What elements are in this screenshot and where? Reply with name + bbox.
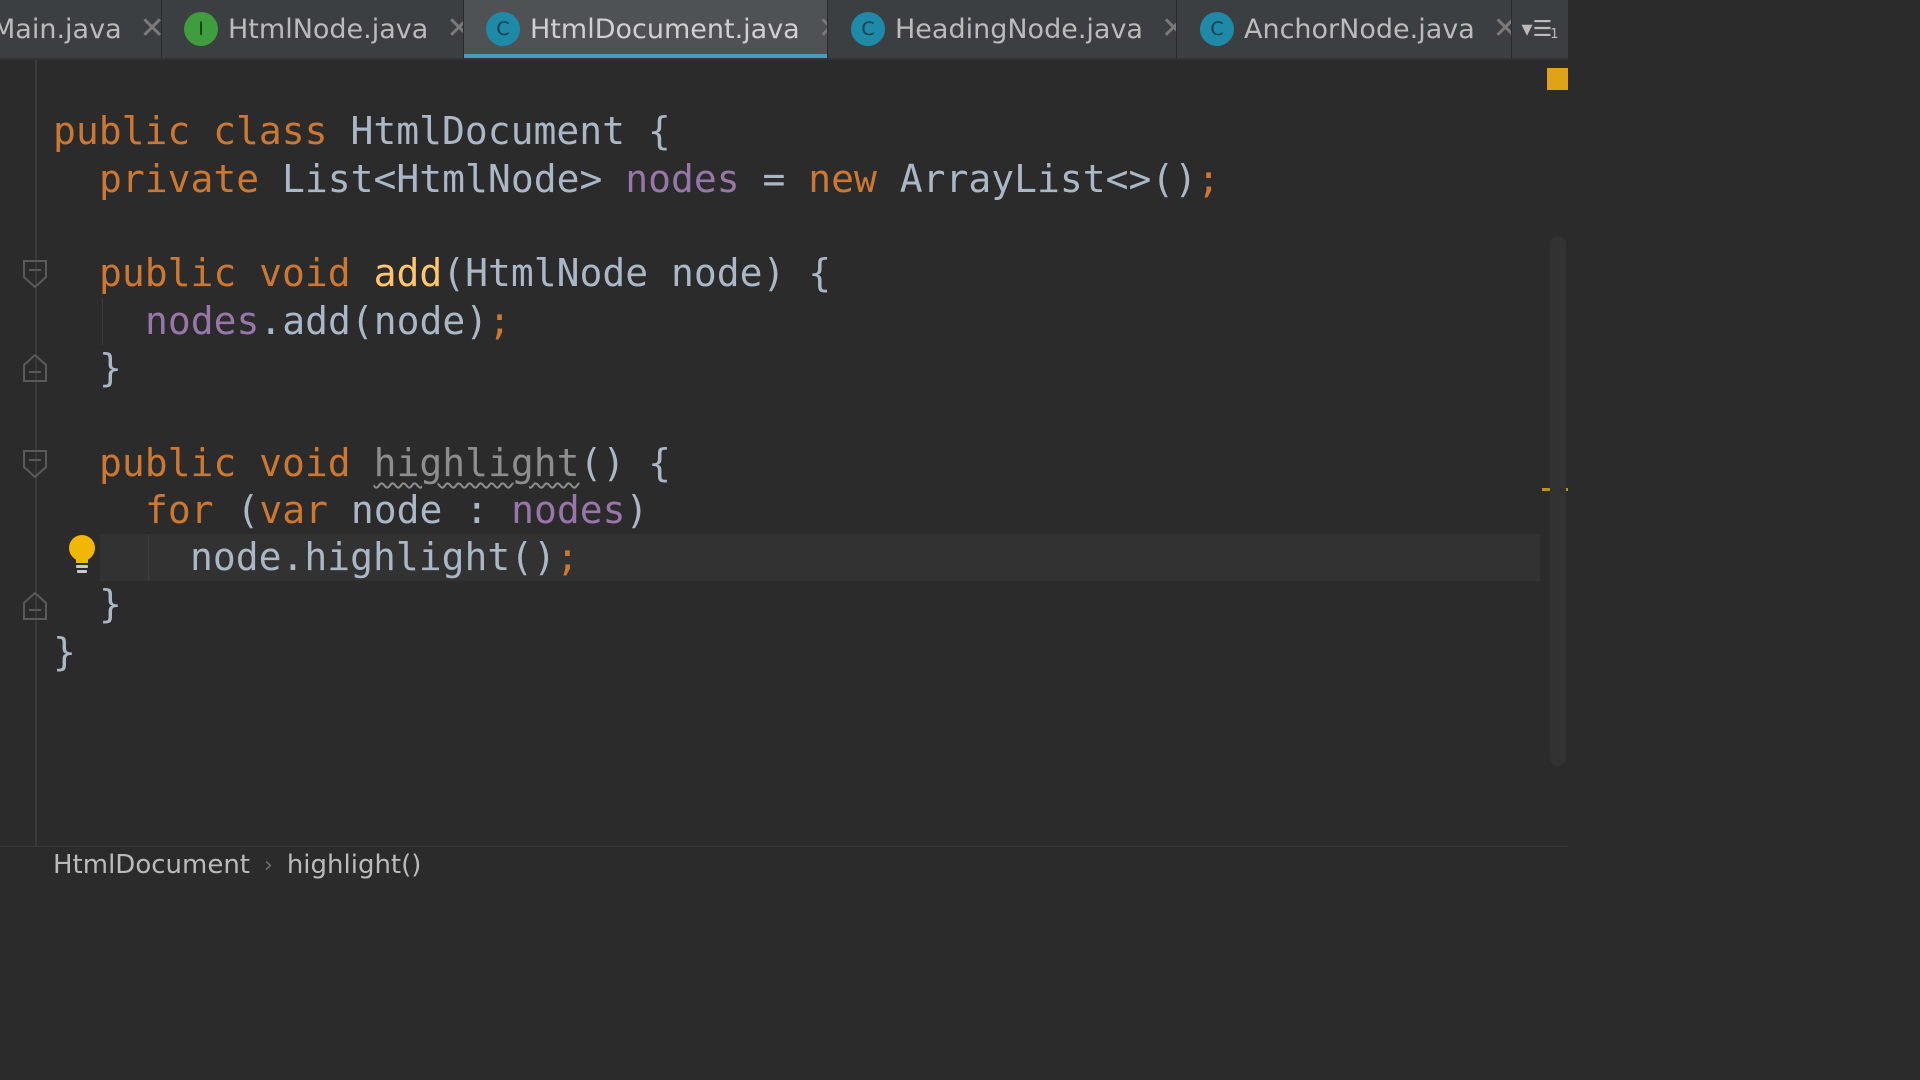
tab-label: HtmlDocument.java (530, 13, 800, 45)
breadcrumb-class[interactable]: HtmlDocument (53, 850, 250, 880)
tab-list-button[interactable]: ▾☰ 1 (1512, 0, 1568, 58)
class-icon: C (486, 12, 520, 46)
vertical-scrollbar[interactable] (1550, 236, 1566, 766)
close-icon[interactable]: ✕ (1493, 14, 1511, 44)
tab-main-java[interactable]: Main.java ✕ (0, 0, 162, 58)
indent-guide (102, 298, 103, 345)
close-icon[interactable]: ✕ (1161, 14, 1176, 44)
code-line-9: for (var node : nodes) (145, 488, 649, 532)
class-icon: C (1200, 12, 1234, 46)
close-icon[interactable]: ✕ (446, 14, 463, 44)
indent-guide (148, 534, 149, 581)
code-line-6: } (99, 346, 122, 390)
fold-end-icon[interactable] (23, 354, 47, 382)
fold-end-icon[interactable] (23, 592, 47, 620)
breadcrumb-method[interactable]: highlight() (287, 850, 422, 880)
close-icon[interactable]: ✕ (140, 14, 161, 44)
analysis-status-icon[interactable] (1547, 68, 1568, 90)
code-line-2: private List<HtmlNode> nodes = new Array… (99, 157, 1221, 201)
editor-tab-bar: Main.java ✕ I HtmlNode.java ✕ C HtmlDocu… (0, 0, 1568, 60)
tab-label: Main.java (0, 13, 122, 45)
code-line-5: nodes.add(node); (145, 299, 512, 343)
close-icon[interactable]: ✕ (818, 14, 827, 44)
interface-icon: I (184, 12, 218, 46)
code-editor[interactable]: public class HtmlDocument { private List… (0, 60, 1568, 846)
tab-htmldocument-java[interactable]: C HtmlDocument.java ✕ (464, 0, 828, 58)
tab-label: HeadingNode.java (895, 13, 1143, 45)
breadcrumb: HtmlDocument › highlight() (0, 846, 1568, 883)
tab-headingnode-java[interactable]: C HeadingNode.java ✕ (829, 0, 1177, 58)
code-line-4: public void add(HtmlNode node) { (99, 251, 832, 295)
fold-collapse-icon[interactable] (23, 450, 47, 478)
code-line-11: } (99, 582, 122, 626)
tab-list-icon: ▾☰ (1521, 16, 1553, 42)
tab-htmlnode-java[interactable]: I HtmlNode.java ✕ (162, 0, 464, 58)
code-line-8: public void highlight() { (99, 441, 671, 485)
lightbulb-icon[interactable] (66, 534, 98, 574)
tab-label: HtmlNode.java (228, 13, 429, 45)
class-icon: C (851, 12, 885, 46)
code-line-12: } (53, 630, 76, 674)
code-line-1: public class HtmlDocument { (53, 109, 671, 153)
tab-anchornode-java[interactable]: C AnchorNode.java ✕ (1178, 0, 1512, 58)
code-line-10: node.highlight(); (190, 535, 579, 579)
tab-list-count: 1 (1550, 26, 1559, 42)
tab-label: AnchorNode.java (1244, 13, 1475, 45)
unused-method-name: highlight (373, 441, 580, 485)
breadcrumb-separator: › (264, 852, 273, 878)
fold-collapse-icon[interactable] (23, 260, 47, 288)
